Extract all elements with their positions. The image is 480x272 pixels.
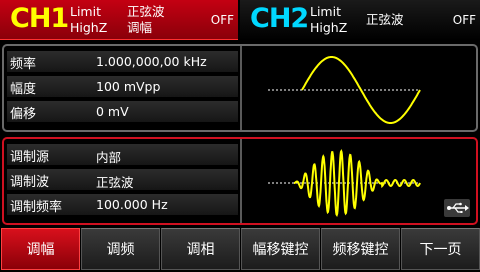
frequency-label: 频率	[10, 57, 37, 72]
softkey-fsk-label: 频移键控	[332, 242, 389, 258]
softkey-next-page[interactable]: 下一页	[401, 228, 480, 270]
softkey-ask-label: 幅移键控	[252, 242, 309, 258]
param-row-mod-frequency[interactable]: 调制频率 100.000 Hz	[7, 194, 238, 215]
ch2-label: CH2	[250, 3, 309, 34]
param-row-mod-wave[interactable]: 调制波 正弦波	[7, 169, 238, 190]
amplitude-label: 幅度	[10, 82, 37, 97]
channel-header: CH1 Limit HighZ 正弦波 调幅 OFF CH2 Limit Hig…	[0, 0, 480, 40]
ch2-status-tab[interactable]: CH2 Limit HighZ 正弦波 OFF	[240, 0, 480, 40]
mod-source-value: 内部	[96, 150, 122, 165]
softkey-am-label: 调幅	[26, 242, 55, 258]
amplitude-value: 100 mVpp	[96, 79, 161, 94]
softkey-pm[interactable]: 调相	[161, 228, 240, 270]
param-row-offset[interactable]: 偏移 0 mV	[7, 101, 238, 122]
usb-icon	[444, 199, 470, 217]
softkey-bar: 调幅 调频 调相 幅移键控 频移键控 下一页	[0, 228, 480, 272]
mod-panel-divider	[240, 139, 242, 223]
ch1-impedance: HighZ	[70, 20, 108, 35]
mod-wave-value: 正弦波	[96, 175, 134, 190]
softkey-pm-label: 调相	[186, 242, 215, 258]
ch1-modulation: 调幅	[127, 20, 153, 35]
param-row-mod-source[interactable]: 调制源 内部	[7, 144, 238, 165]
softkey-fsk[interactable]: 频移键控	[321, 228, 400, 270]
ch2-output-state: OFF	[452, 13, 476, 27]
ch1-output-state: OFF	[210, 13, 234, 27]
ch2-impedance: HighZ	[310, 20, 348, 35]
offset-label: 偏移	[10, 107, 37, 122]
am-wave-preview	[244, 139, 476, 223]
softkey-next-page-label: 下一页	[419, 242, 462, 258]
ch1-waveform: 正弦波	[127, 4, 165, 19]
param-row-amplitude[interactable]: 幅度 100 mVpp	[7, 76, 238, 97]
mod-frequency-label: 调制频率	[10, 200, 63, 215]
softkey-fm-label: 调频	[106, 242, 135, 258]
am-wave-graphic	[268, 148, 421, 218]
mod-source-label: 调制源	[10, 150, 50, 165]
ch2-waveform: 正弦波	[366, 12, 404, 27]
param-row-frequency[interactable]: 频率 1.000,000,00 kHz	[7, 51, 238, 72]
softkey-fm[interactable]: 调频	[81, 228, 160, 270]
panel-divider	[240, 46, 242, 130]
frequency-value: 1.000,000,00 kHz	[96, 54, 207, 69]
offset-value: 0 mV	[96, 104, 129, 119]
ch1-limit-label: Limit	[70, 4, 101, 19]
sine-wave-preview	[244, 46, 476, 130]
ch2-limit-label: Limit	[310, 4, 341, 19]
mod-wave-label: 调制波	[10, 175, 50, 190]
softkey-ask[interactable]: 幅移键控	[241, 228, 320, 270]
sine-wave-graphic	[268, 56, 421, 124]
mod-frequency-value: 100.000 Hz	[96, 197, 168, 212]
ch1-status-tab[interactable]: CH1 Limit HighZ 正弦波 调幅 OFF	[0, 0, 238, 40]
softkey-am[interactable]: 调幅	[1, 228, 80, 270]
modulation-params-panel: 调制源 内部 调制波 正弦波 调制频率 100.000 Hz	[2, 137, 478, 225]
ch1-label: CH1	[10, 3, 69, 34]
waveform-params-panel: 频率 1.000,000,00 kHz 幅度 100 mVpp 偏移 0 mV	[2, 44, 478, 132]
